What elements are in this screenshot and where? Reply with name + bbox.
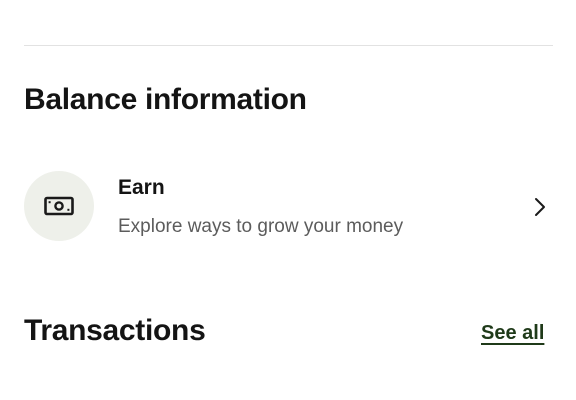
transactions-heading: Transactions [24, 314, 206, 347]
see-all-transactions-link[interactable]: See all [481, 322, 544, 345]
cash-icon [44, 196, 74, 216]
page: Balance information Earn Explore ways to… [0, 0, 576, 400]
earn-list-item[interactable]: Earn Explore ways to grow your money [24, 171, 552, 243]
chevron-right-icon[interactable] [532, 195, 548, 219]
earn-subtitle: Explore ways to grow your money [118, 216, 404, 237]
top-divider [24, 45, 553, 46]
earn-title: Earn [118, 176, 165, 199]
earn-icon-container [24, 171, 94, 241]
balance-information-heading: Balance information [24, 83, 307, 116]
